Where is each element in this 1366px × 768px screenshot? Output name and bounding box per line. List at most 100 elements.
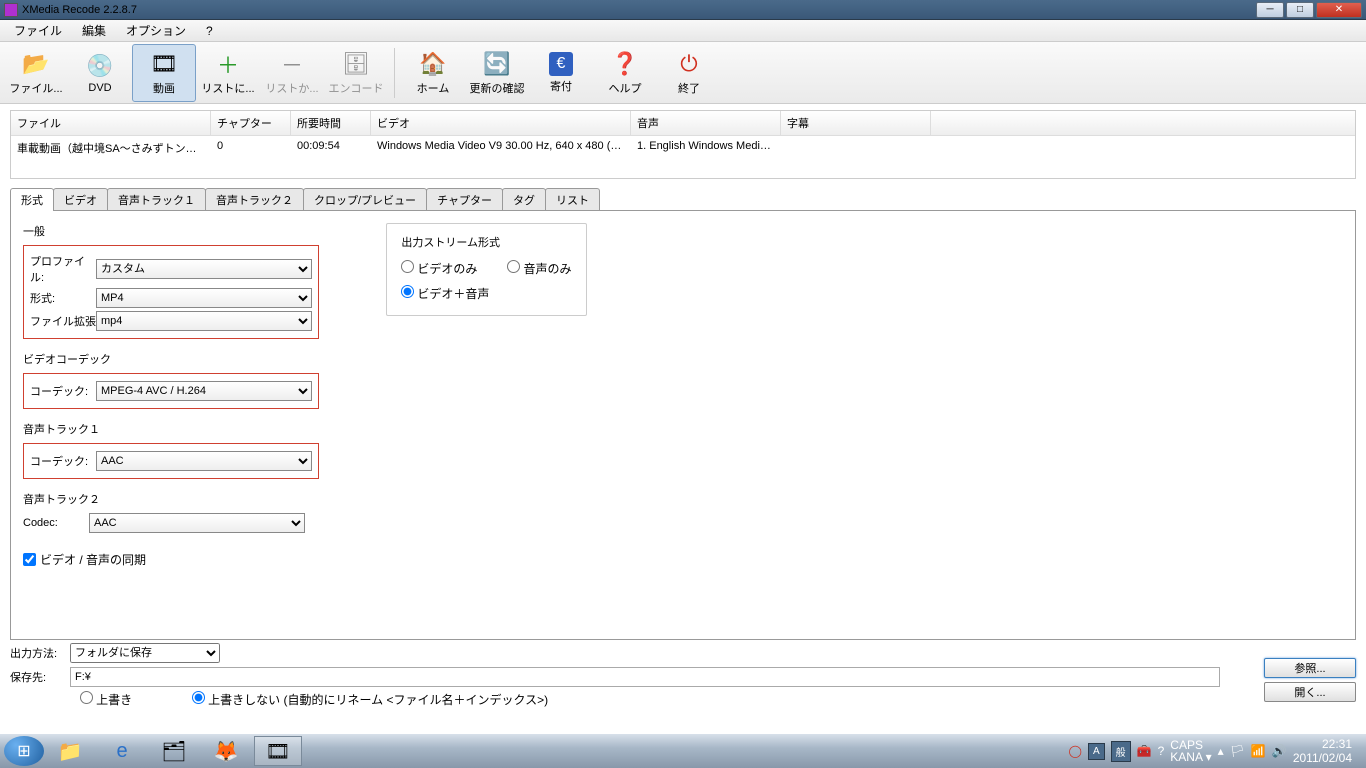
start-button[interactable]: ⊞ <box>4 736 44 766</box>
ext-select[interactable]: mp4 <box>96 311 312 331</box>
menu-help[interactable]: ? <box>196 22 223 40</box>
refresh-icon: 🔄 <box>483 50 511 78</box>
toolbar-home-button[interactable]: 🏠 ホーム <box>401 44 465 102</box>
format-label: 形式: <box>30 290 96 306</box>
general-group-title: 一般 <box>23 223 363 239</box>
toolbar-addlist-button[interactable]: ＋ リストに... <box>196 44 260 102</box>
euro-icon: € <box>549 52 573 76</box>
task-xmedia[interactable]: 🎞 <box>254 736 302 766</box>
task-ie[interactable]: e <box>98 736 146 766</box>
col-subs[interactable]: 字幕 <box>781 111 931 135</box>
tab-bar: 形式 ビデオ 音声トラック１ 音声トラック２ クロップ/プレビュー チャプター … <box>10 187 1356 210</box>
film-icon: 🎞 <box>150 50 178 78</box>
stream-both-radio[interactable] <box>401 285 414 298</box>
stream-video-only-radio[interactable] <box>401 260 414 273</box>
system-tray: ◯ A 般 🧰 ? CAPSKANA ▾ ▴ 🏳 📶 🔊 22:31 2011/… <box>1069 737 1362 766</box>
toolbar-donate-button[interactable]: € 寄付 <box>529 44 593 102</box>
file-list: ファイル チャプター 所要時間 ビデオ 音声 字幕 車載動画（越中境SA～さみず… <box>10 110 1356 179</box>
output-method-select[interactable]: フォルダに保存 <box>70 643 220 663</box>
no-overwrite-radio[interactable] <box>192 691 205 704</box>
task-firefox[interactable]: 🦊 <box>202 736 250 766</box>
browse-button[interactable]: 参照... <box>1264 658 1356 678</box>
ime-mode-a[interactable]: A <box>1088 743 1105 760</box>
file-row-empty <box>11 160 1355 178</box>
acodec1-select[interactable]: AAC <box>96 451 312 471</box>
disc-icon: 💿 <box>86 52 114 80</box>
toolbar-help-button[interactable]: ❓ ヘルプ <box>593 44 657 102</box>
power-icon: ⏻ <box>675 50 703 78</box>
col-chapter[interactable]: チャプター <box>211 111 291 135</box>
menu-options[interactable]: オプション <box>116 20 196 41</box>
tray-arrow-icon[interactable]: ▴ <box>1218 744 1224 758</box>
open-button[interactable]: 開く... <box>1264 682 1356 702</box>
menu-file[interactable]: ファイル <box>4 20 72 41</box>
toolbar-separator <box>394 48 395 98</box>
output-path-input[interactable] <box>70 667 1220 687</box>
col-audio[interactable]: 音声 <box>631 111 781 135</box>
titlebar: XMedia Recode 2.2.8.7 ─ □ ✕ <box>0 0 1366 20</box>
tab-tag[interactable]: タグ <box>502 188 546 211</box>
task-explorer2[interactable]: 🗂 <box>150 736 198 766</box>
toolbar-dvd-button[interactable]: 💿 DVD <box>68 44 132 102</box>
vcodec-highlight-box: コーデック: MPEG-4 AVC / H.264 <box>23 373 319 409</box>
acodec2-select[interactable]: AAC <box>89 513 305 533</box>
tab-audiotrack1[interactable]: 音声トラック１ <box>107 188 206 211</box>
menu-edit[interactable]: 編集 <box>72 20 116 41</box>
output-area: 出力方法: フォルダに保存 保存先: 参照... 開く... 上書き 上書きしな… <box>10 640 1356 711</box>
format-panel: 一般 プロファイル: カスタム 形式: MP4 ファイル拡張 mp4 ビデオコー… <box>10 210 1356 640</box>
toolbar-exit-button[interactable]: ⏻ 終了 <box>657 44 721 102</box>
maximize-button[interactable]: □ <box>1286 2 1314 18</box>
toolbar-update-button[interactable]: 🔄 更新の確認 <box>465 44 529 102</box>
output-stream-group: 出力ストリーム形式 ビデオのみ 音声のみ ビデオ＋音声 <box>386 223 586 316</box>
col-file[interactable]: ファイル <box>11 111 211 135</box>
acodec1-label: コーデック: <box>30 453 96 469</box>
tab-audiotrack2[interactable]: 音声トラック２ <box>205 188 304 211</box>
output-dest-label: 保存先: <box>10 669 70 685</box>
col-video[interactable]: ビデオ <box>371 111 631 135</box>
tray-network-icon[interactable]: 📶 <box>1251 744 1266 758</box>
ime-help-icon[interactable]: ? <box>1158 744 1165 758</box>
ime-toolbox-icon[interactable]: 🧰 <box>1137 744 1152 758</box>
ime-caps-kana[interactable]: CAPSKANA ▾ <box>1170 739 1211 763</box>
toolbar: 📂 ファイル... 💿 DVD 🎞 動画 ＋ リストに... － リストか...… <box>0 42 1366 104</box>
profile-label: プロファイル: <box>30 253 96 285</box>
toolbar-encode-button: 🗄 エンコード <box>324 44 388 102</box>
task-explorer[interactable]: 📁 <box>46 736 94 766</box>
overwrite-radio[interactable] <box>80 691 93 704</box>
firefox-icon: 🦊 <box>214 739 239 764</box>
vcodec-group-title: ビデオコーデック <box>23 351 363 367</box>
tab-video[interactable]: ビデオ <box>53 188 108 211</box>
tab-format[interactable]: 形式 <box>10 188 54 211</box>
vcodec-label: コーデック: <box>30 383 96 399</box>
file-list-header: ファイル チャプター 所要時間 ビデオ 音声 字幕 <box>11 111 1355 136</box>
film-icon: 🎞 <box>265 739 290 764</box>
stream-audio-only-radio[interactable] <box>507 260 520 273</box>
toolbar-file-button[interactable]: 📂 ファイル... <box>4 44 68 102</box>
toolbar-movie-button[interactable]: 🎞 動画 <box>132 44 196 102</box>
output-method-label: 出力方法: <box>10 645 70 661</box>
vcodec-select[interactable]: MPEG-4 AVC / H.264 <box>96 381 312 401</box>
tray-antivirus-icon[interactable]: ◯ <box>1069 744 1082 758</box>
tab-crop[interactable]: クロップ/プレビュー <box>303 188 427 211</box>
tab-list[interactable]: リスト <box>545 188 600 211</box>
sync-label: ビデオ / 音声の同期 <box>40 551 146 568</box>
taskbar: ⊞ 📁 e 🗂 🦊 🎞 ◯ A 般 🧰 ? CAPSKANA ▾ ▴ 🏳 📶 🔊… <box>0 734 1366 768</box>
window-controls: ─ □ ✕ <box>1256 2 1362 18</box>
ie-icon: e <box>116 740 127 763</box>
ext-label: ファイル拡張 <box>30 313 96 329</box>
file-row[interactable]: 車載動画（越中境SA～さみずトンネ... 0 00:09:54 Windows … <box>11 136 1355 160</box>
tray-flag-icon[interactable]: 🏳 <box>1230 744 1245 758</box>
encode-icon: 🗄 <box>342 50 370 78</box>
stream-title: 出力ストリーム形式 <box>401 234 571 250</box>
taskbar-clock[interactable]: 22:31 2011/02/04 <box>1293 737 1352 766</box>
ime-mode-b[interactable]: 般 <box>1111 741 1131 762</box>
tray-volume-icon[interactable]: 🔊 <box>1272 744 1287 758</box>
profile-select[interactable]: カスタム <box>96 259 312 279</box>
folder-icon: 🗂 <box>161 739 186 764</box>
close-button[interactable]: ✕ <box>1316 2 1362 18</box>
col-time[interactable]: 所要時間 <box>291 111 371 135</box>
sync-checkbox[interactable] <box>23 553 36 566</box>
tab-chapter[interactable]: チャプター <box>426 188 503 211</box>
minimize-button[interactable]: ─ <box>1256 2 1284 18</box>
format-select[interactable]: MP4 <box>96 288 312 308</box>
